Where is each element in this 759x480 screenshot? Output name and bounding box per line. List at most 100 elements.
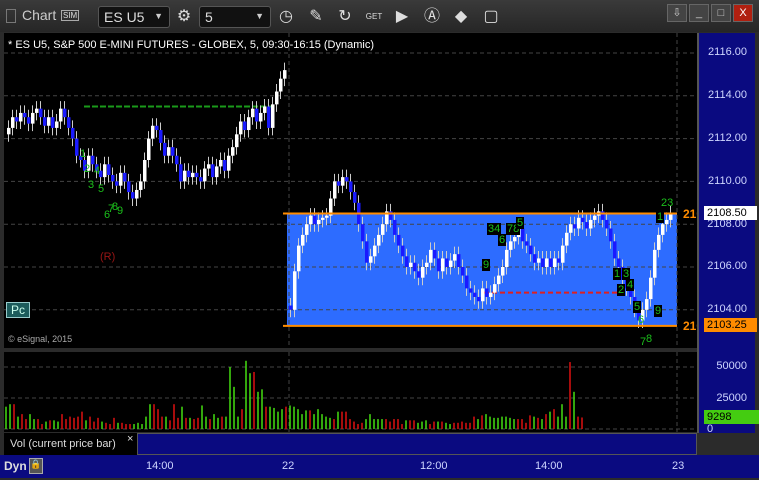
- candle: [525, 241, 529, 246]
- clock-icon[interactable]: ◷: [275, 6, 297, 28]
- candle: [653, 249, 657, 278]
- candle: [171, 147, 175, 156]
- candle: [333, 181, 337, 199]
- annotation: 2: [84, 163, 91, 175]
- candle: [569, 224, 573, 233]
- volume-label: 0: [707, 423, 714, 435]
- candle: [521, 228, 525, 242]
- candle: [239, 121, 243, 135]
- candle: [289, 305, 293, 310]
- candle: [271, 104, 275, 128]
- candle: [349, 181, 353, 193]
- candle: [353, 192, 357, 203]
- candle: [151, 125, 155, 139]
- volume-study-label[interactable]: Vol (current price bar): [10, 438, 116, 450]
- candle: [433, 249, 437, 259]
- time-axis[interactable]: Dyn 🔒 14:00 22 12:00 14:00 23: [0, 455, 759, 478]
- minimize-button[interactable]: _: [689, 4, 709, 22]
- settings-gear-icon[interactable]: ⚙: [173, 6, 195, 28]
- candle: [19, 112, 23, 122]
- time-label: 14:00: [146, 460, 174, 472]
- current-price-tag: 2108.50: [704, 206, 757, 220]
- pc-button[interactable]: Pc: [6, 302, 31, 318]
- candle: [43, 117, 47, 126]
- alert-icon[interactable]: Ⓐ: [421, 6, 443, 28]
- candle: [337, 181, 341, 186]
- annotation: 1: [80, 148, 87, 160]
- candle: [115, 181, 119, 186]
- candle: [473, 292, 477, 297]
- get-icon[interactable]: GET: [363, 6, 385, 28]
- candle: [219, 160, 223, 167]
- candle: [529, 245, 533, 255]
- volume-chart[interactable]: [4, 352, 697, 432]
- candle: [11, 117, 15, 128]
- candle: [577, 217, 581, 229]
- volume-plot: [4, 352, 697, 432]
- candle: [649, 277, 653, 300]
- candle: [167, 147, 171, 156]
- candle: [645, 299, 649, 310]
- candle: [501, 267, 505, 276]
- symbol-select[interactable]: ES U5 ▼: [98, 6, 170, 28]
- candle: [259, 112, 263, 122]
- candle: [207, 164, 211, 169]
- candle: [533, 254, 537, 263]
- price-label: 2110.00: [708, 175, 747, 187]
- candle: [143, 160, 147, 182]
- note-icon[interactable]: ▢: [480, 6, 502, 28]
- price-axis[interactable]: 2116.00 2114.00 2112.00 2110.00 2108.00 …: [697, 33, 759, 435]
- candle: [401, 245, 405, 257]
- candle: [27, 117, 31, 124]
- candle: [15, 117, 19, 122]
- close-study-icon[interactable]: ×: [127, 433, 133, 445]
- drag-handle-icon[interactable]: [6, 9, 16, 23]
- study-panel: [137, 433, 697, 455]
- annotation: 5: [516, 217, 525, 229]
- annotation: 1: [656, 211, 665, 223]
- candle: [497, 275, 501, 285]
- lock-icon[interactable]: 🔒: [29, 458, 43, 474]
- annotation: 5: [633, 301, 642, 313]
- annotation: 3: [88, 179, 95, 191]
- candle: [425, 262, 429, 267]
- maximize-button[interactable]: □: [711, 4, 731, 22]
- candle: [47, 117, 51, 126]
- candle: [179, 164, 183, 182]
- close-button[interactable]: X: [733, 4, 753, 22]
- candle: [127, 181, 131, 193]
- study-icon[interactable]: ↻: [334, 6, 356, 28]
- annotation: 4: [94, 165, 101, 177]
- dock-button[interactable]: ⇩: [667, 4, 687, 22]
- candle: [321, 217, 325, 220]
- candle: [505, 249, 509, 267]
- candle: [405, 256, 409, 267]
- candle: [293, 271, 297, 310]
- price-chart[interactable]: * ES U5, S&P 500 E-MINI FUTURES - GLOBEX…: [4, 33, 703, 348]
- play-icon[interactable]: ▶: [391, 6, 413, 28]
- candle: [297, 245, 301, 272]
- volume-label: 50000: [716, 360, 747, 372]
- pencil-icon[interactable]: ✎: [305, 6, 327, 28]
- candle: [557, 258, 561, 263]
- dyn-label[interactable]: Dyn: [4, 459, 27, 473]
- candle: [71, 127, 75, 139]
- r-label: (R): [100, 251, 116, 263]
- volume-label: 25000: [716, 392, 747, 404]
- time-label: 14:00: [535, 460, 563, 472]
- candle: [39, 108, 43, 118]
- candle: [421, 267, 425, 278]
- link-icon[interactable]: ◆: [450, 6, 472, 28]
- annotation: 6: [638, 314, 645, 326]
- candle: [59, 108, 63, 122]
- candle: [509, 241, 513, 250]
- annotation: 2: [617, 284, 626, 296]
- interval-select[interactable]: 5 ▼: [199, 6, 271, 28]
- candle: [373, 245, 377, 257]
- candle: [191, 172, 195, 178]
- candle: [549, 258, 553, 267]
- symbol-value: ES U5: [104, 9, 145, 25]
- candle: [573, 224, 577, 229]
- candle: [107, 164, 111, 175]
- candle: [111, 174, 115, 182]
